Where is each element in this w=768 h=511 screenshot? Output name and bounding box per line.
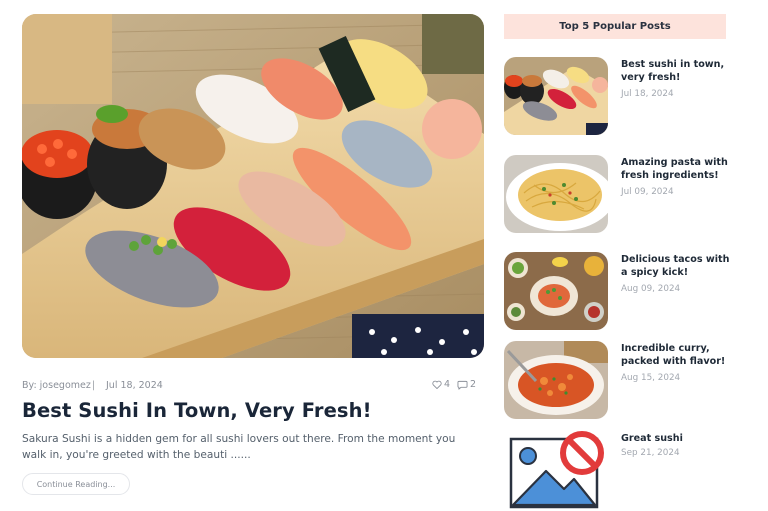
post-date: Jul 18, 2024 (106, 380, 163, 391)
popular-post-thumbnail[interactable] (504, 341, 608, 419)
heart-icon (432, 380, 442, 389)
comment-count: 2 (469, 379, 476, 390)
comment-icon (457, 380, 468, 390)
featured-post-image[interactable] (22, 14, 484, 358)
popular-post-item[interactable]: Amazing pasta with fresh ingredients! Ju… (504, 155, 744, 235)
popular-post-title[interactable]: Delicious tacos with a spicy kick! (621, 254, 733, 279)
popular-post-date: Jul 09, 2024 (621, 187, 674, 197)
popular-post-title[interactable]: Great sushi (621, 433, 733, 446)
meta-separator: | (92, 380, 96, 391)
popular-post-title[interactable]: Best sushi in town, very fresh! (621, 59, 733, 84)
popular-post-item[interactable]: Incredible curry, packed with flavor! Au… (504, 341, 744, 421)
popular-post-date: Aug 15, 2024 (621, 373, 681, 383)
popular-post-item[interactable]: Best sushi in town, very fresh! Jul 18, … (504, 57, 744, 137)
popular-post-item[interactable]: Delicious tacos with a spicy kick! Aug 0… (504, 252, 744, 332)
post-excerpt: Sakura Sushi is a hidden gem for all sus… (22, 433, 456, 461)
popular-post-date: Sep 21, 2024 (621, 448, 680, 458)
popular-post-title[interactable]: Amazing pasta with fresh ingredients! (621, 157, 733, 182)
popular-post-thumbnail[interactable] (504, 155, 608, 233)
popular-posts-heading: Top 5 Popular Posts (504, 14, 726, 39)
popular-post-item[interactable]: Great sushi Sep 21, 2024 (504, 431, 744, 511)
like-button[interactable]: 4 (432, 379, 450, 390)
comment-button[interactable]: 2 (457, 379, 476, 390)
continue-reading-button[interactable]: Continue Reading... (22, 473, 130, 495)
popular-post-thumbnail[interactable] (504, 252, 608, 330)
post-title[interactable]: Best Sushi In Town, Very Fresh! (22, 399, 372, 422)
popular-post-date: Jul 18, 2024 (621, 89, 674, 99)
image-unavailable-icon[interactable] (504, 431, 608, 509)
popular-post-thumbnail[interactable] (504, 57, 608, 135)
post-meta: By: josegomez | Jul 18, 2024 4 2 (22, 379, 476, 394)
popular-post-date: Aug 09, 2024 (621, 284, 681, 294)
popular-post-title[interactable]: Incredible curry, packed with flavor! (621, 343, 733, 368)
like-count: 4 (443, 379, 450, 390)
post-author[interactable]: By: josegomez (22, 380, 91, 391)
